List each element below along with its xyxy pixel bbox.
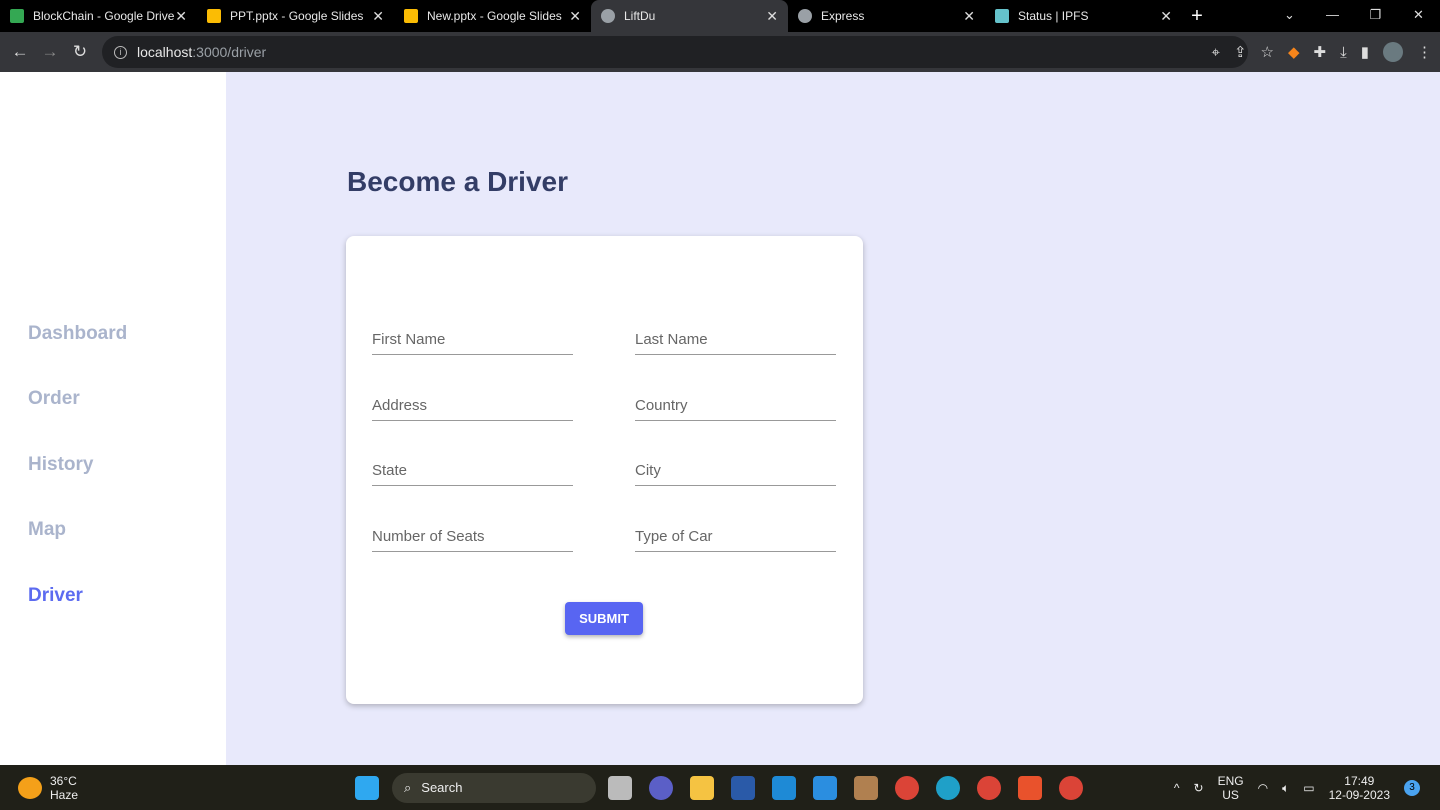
taskbar: 36°C Haze ⌕ Search ^ ↻ ENG US ◠ 🔈︎ ▭ 17:49… (0, 765, 1440, 810)
close-tab-icon[interactable]: ✕ (766, 8, 778, 25)
battery-icon[interactable]: ▭ (1303, 781, 1314, 795)
ipfs-icon (995, 9, 1009, 23)
mail-icon[interactable] (813, 775, 837, 800)
google-slides-icon (404, 9, 418, 23)
package-icon[interactable] (854, 775, 878, 800)
type-of-car-input[interactable]: Type of Car (635, 526, 836, 552)
country-input[interactable]: Country (635, 395, 836, 421)
tab-5[interactable]: Status | IPFS ✕ (985, 0, 1182, 32)
tab-title: BlockChain - Google Drive (33, 9, 175, 23)
last-name-input[interactable]: Last Name (635, 329, 836, 355)
volume-icon[interactable]: 🔈︎ (1282, 781, 1289, 795)
google-drive-icon (10, 9, 24, 23)
minimize-button[interactable]: — (1311, 0, 1354, 32)
forward-button[interactable]: → (35, 42, 65, 62)
page-title: Become a Driver (347, 166, 569, 197)
close-tab-icon[interactable]: ✕ (569, 8, 581, 25)
tab-title: Status | IPFS (1018, 9, 1089, 23)
close-tab-icon[interactable]: ✕ (175, 8, 187, 25)
bookmark-star-icon[interactable]: ☆ (1261, 43, 1274, 61)
show-hidden-icons[interactable]: ^ (1174, 781, 1180, 795)
language-indicator[interactable]: ENG US (1218, 774, 1244, 802)
state-input[interactable]: State (372, 460, 573, 486)
profile-avatar[interactable] (1383, 42, 1403, 62)
file-explorer-icon[interactable] (690, 775, 714, 800)
edge-icon[interactable] (936, 775, 960, 800)
driver-form-card: First Name Last Name Address Country Sta… (346, 236, 863, 704)
sidebar-item-dashboard[interactable]: Dashboard (28, 323, 127, 345)
share-icon[interactable]: ⇪ (1234, 43, 1247, 61)
extensions-icon[interactable]: ✚ (1314, 43, 1327, 61)
close-window-button[interactable]: ✕ (1397, 0, 1440, 32)
sidebar-item-driver[interactable]: Driver (28, 585, 83, 607)
location-icon[interactable]: ⌖ (1211, 44, 1219, 61)
globe-icon (601, 9, 615, 23)
tab-1[interactable]: PPT.pptx - Google Slides ✕ (197, 0, 394, 32)
tab-strip: BlockChain - Google Drive ✕ PPT.pptx - Goo… (0, 0, 1440, 32)
search-icon: ⌕ (404, 779, 412, 795)
tab-4[interactable]: Express ✕ (788, 0, 985, 32)
wifi-icon[interactable]: ◠ (1258, 781, 1268, 795)
clock[interactable]: 17:49 12-09-2023 (1329, 774, 1390, 802)
tab-title: LiftDu (624, 9, 656, 23)
start-icon[interactable] (355, 775, 379, 800)
sidebar-item-map[interactable]: Map (28, 519, 66, 541)
address-bar[interactable]: i localhost:3000/driver (102, 36, 1248, 68)
search-label: Search (421, 780, 463, 795)
region: US (1222, 787, 1239, 802)
city-input[interactable]: City (635, 460, 836, 486)
browser-toolbar: ← → ↻ i localhost:3000/driver ⌖ ⇪ ☆ ◆ ✚ … (0, 32, 1440, 72)
time: 17:49 (1344, 773, 1375, 788)
lang: ENG (1217, 773, 1244, 788)
powerpoint-icon[interactable] (1018, 775, 1042, 800)
tab-0[interactable]: BlockChain - Google Drive ✕ (0, 0, 197, 32)
chrome-profile-icon[interactable] (977, 775, 1001, 800)
tab-search-icon[interactable]: ⌄ (1268, 0, 1311, 32)
vscode-icon[interactable] (772, 775, 796, 800)
number-of-seats-input[interactable]: Number of Seats (372, 526, 573, 552)
weather-condition: Haze (50, 787, 79, 802)
globe-icon (798, 9, 812, 23)
notification-badge[interactable]: 3 (1404, 779, 1420, 796)
google-slides-icon (207, 9, 221, 23)
weather-icon (18, 776, 42, 799)
download-icon[interactable]: ⤓ (1340, 44, 1347, 61)
info-icon[interactable]: i (114, 45, 127, 59)
sidebar: Dashboard Order History Map Driver (0, 72, 226, 765)
reload-button[interactable]: ↻ (65, 42, 95, 62)
sync-icon[interactable]: ↻ (1194, 781, 1204, 795)
taskbar-search[interactable]: ⌕ Search (392, 772, 596, 803)
sidebar-item-order[interactable]: Order (28, 388, 80, 410)
tab-3[interactable]: LiftDu ✕ (591, 0, 788, 32)
back-button[interactable]: ← (5, 42, 35, 62)
temperature: 36°C (50, 773, 77, 788)
tab-title: PPT.pptx - Google Slides (230, 9, 364, 23)
submit-button[interactable]: SUBMIT (565, 602, 643, 635)
metamask-icon[interactable]: ◆ (1288, 43, 1300, 61)
chrome-icon[interactable] (895, 775, 919, 800)
close-tab-icon[interactable]: ✕ (963, 8, 975, 25)
side-panel-icon[interactable]: ▮ (1361, 43, 1369, 61)
url-path: :3000/driver (192, 44, 267, 60)
teams-chat-icon[interactable] (649, 775, 673, 800)
date: 12-09-2023 (1328, 787, 1390, 802)
address-input[interactable]: Address (372, 395, 573, 421)
chrome-active-icon[interactable] (1059, 775, 1083, 800)
url-host: localhost (137, 44, 193, 60)
tab-title: New.pptx - Google Slides (427, 9, 562, 23)
close-tab-icon[interactable]: ✕ (1160, 8, 1172, 25)
close-tab-icon[interactable]: ✕ (372, 8, 384, 25)
first-name-input[interactable]: First Name (372, 329, 573, 355)
main-content: Become a Driver First Name Last Name Add… (226, 72, 1440, 765)
tab-title: Express (821, 9, 865, 23)
task-view-icon[interactable] (608, 775, 632, 800)
new-tab-button[interactable]: + (1182, 0, 1212, 32)
menu-icon[interactable]: ⋮ (1417, 43, 1432, 61)
restore-button[interactable]: ❐ (1354, 0, 1397, 32)
weather-widget[interactable]: 36°C Haze (18, 774, 78, 802)
tab-2[interactable]: New.pptx - Google Slides ✕ (394, 0, 591, 32)
powershell-icon[interactable] (731, 775, 755, 800)
sidebar-item-history[interactable]: History (28, 454, 93, 476)
